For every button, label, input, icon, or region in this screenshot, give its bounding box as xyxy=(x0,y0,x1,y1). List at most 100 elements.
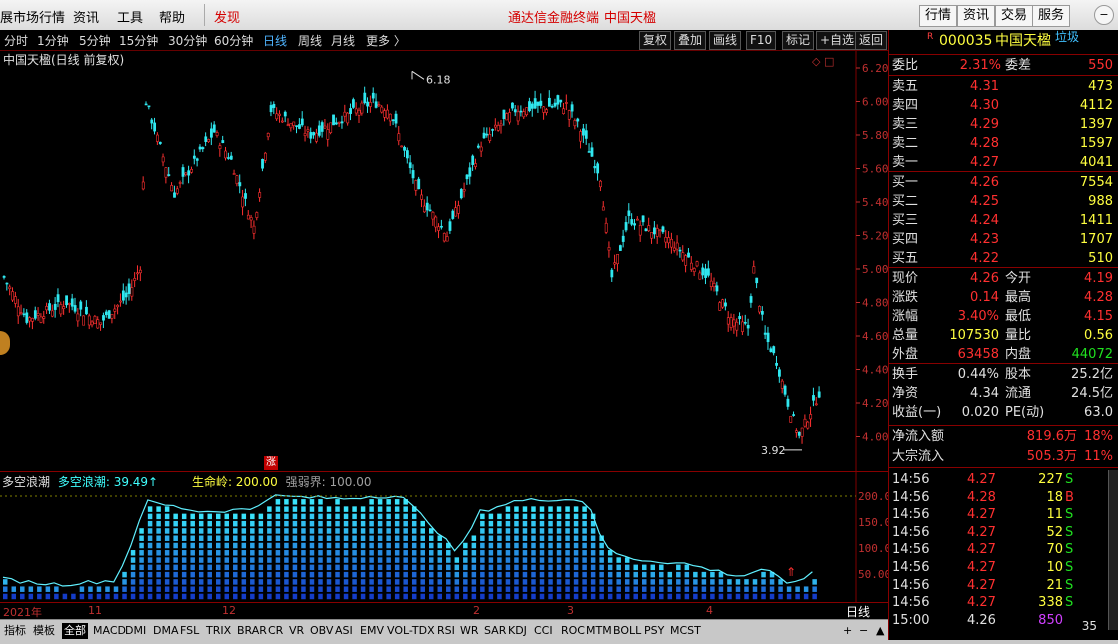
bid-row[interactable]: 买四 4.23 1707 xyxy=(889,230,1118,249)
indicator-bar-segment xyxy=(497,513,502,520)
bid-row[interactable]: 买二 4.25 988 xyxy=(889,192,1118,211)
ask-row[interactable]: 卖三 4.29 1397 xyxy=(889,115,1118,134)
indicator-bar-segment xyxy=(386,528,391,534)
period-timeshare[interactable]: 分时 xyxy=(4,32,28,49)
indicator-tab[interactable]: 模板 xyxy=(33,623,55,639)
indicator-bar-segment xyxy=(437,564,443,571)
indicator-name[interactable]: 多空浪潮 xyxy=(2,475,50,489)
menu-tools[interactable]: 工具 xyxy=(117,7,143,26)
menu-news[interactable]: 资讯 xyxy=(73,7,99,26)
period-monthly[interactable]: 月线 xyxy=(331,32,355,49)
indicator-tab[interactable]: DMA xyxy=(153,623,179,639)
bid-row[interactable]: 买一 4.26 7554 xyxy=(889,173,1118,192)
ask-row[interactable]: 卖四 4.30 4112 xyxy=(889,96,1118,115)
tick-scrollbar[interactable] xyxy=(1108,470,1118,630)
bid-row[interactable]: 买三 4.24 1411 xyxy=(889,211,1118,230)
period-daily[interactable]: 日线 xyxy=(263,32,287,49)
indicator-panel[interactable]: ⇑ 200.00 150.00 100.00 50.00 多空浪潮 多空浪潮: 39.… xyxy=(0,456,888,602)
period-5min[interactable]: 5分钟 xyxy=(79,32,111,49)
adjust-button[interactable]: 复权 xyxy=(639,31,672,50)
tab-control-button[interactable]: + xyxy=(843,623,852,639)
indicator-tab[interactable]: MACD xyxy=(93,623,126,639)
tab-control-button[interactable]: − xyxy=(859,623,868,639)
indicator-bar-segment xyxy=(556,586,562,592)
stat-value: 3.40% xyxy=(957,309,999,324)
ask-row[interactable]: 卖一 4.27 4041 xyxy=(889,153,1118,172)
indicator-tab[interactable]: VR xyxy=(289,623,304,639)
indicator-tab[interactable]: ASI xyxy=(335,623,353,639)
menu-market[interactable]: 展市场行情 xyxy=(0,7,65,26)
candle-body xyxy=(695,261,699,267)
quote-button[interactable]: 行情 xyxy=(919,5,958,27)
indicator-tab[interactable]: CCI xyxy=(534,623,553,639)
indicator-tab[interactable]: TRIX xyxy=(206,623,231,639)
chart-window-controls[interactable]: ◇ □ xyxy=(812,55,834,68)
indicator-tab[interactable]: 全部 xyxy=(62,623,88,639)
indicator-tab[interactable]: VOL-TDX xyxy=(387,623,435,639)
ask-row[interactable]: 卖五 4.31 473 xyxy=(889,77,1118,96)
indicator-tab[interactable]: BOLL xyxy=(613,623,641,639)
indicator-bar-segment xyxy=(403,586,408,592)
indicator-bar-segment xyxy=(497,557,502,563)
f10-button[interactable]: F10 xyxy=(746,31,777,50)
period-15min[interactable]: 15分钟 xyxy=(119,32,158,49)
indicator-bar-segment xyxy=(386,571,391,578)
indicator-tab[interactable]: OBV xyxy=(310,623,333,639)
menu-discover[interactable]: 发现 xyxy=(214,7,240,26)
mark-button[interactable]: 标记 xyxy=(782,31,815,50)
indicator-tab[interactable]: BRAR xyxy=(237,623,267,639)
period-1min[interactable]: 1分钟 xyxy=(37,32,69,49)
kline-chart-area[interactable]: 中国天楹(日线 前复权) ◇ □ 6.20 6.00 5.80 5.60 5.40 5.2… xyxy=(0,51,888,471)
period-more[interactable]: 更多 〉 xyxy=(366,32,406,49)
indicator-tab[interactable]: KDJ xyxy=(508,623,527,639)
ask-row[interactable]: 卖二 4.28 1597 xyxy=(889,134,1118,153)
indicator-tab[interactable]: RSI xyxy=(437,623,455,639)
indicator-bar-segment xyxy=(71,593,76,600)
indicator-bar-segment xyxy=(267,535,272,541)
indicator-bar-segment xyxy=(326,557,332,563)
indicator-bar-segment xyxy=(326,550,332,556)
candle-body xyxy=(298,124,301,129)
indicator-bar-segment xyxy=(616,571,621,578)
period-30min[interactable]: 30分钟 xyxy=(168,32,207,49)
stock-tag[interactable]: 垃圾 xyxy=(1055,26,1079,48)
bid-row[interactable]: 买五 4.22 510 xyxy=(889,249,1118,268)
indicator-tab[interactable]: FSL xyxy=(180,623,199,639)
fundamental-value: 0.020 xyxy=(961,405,999,420)
menu-help[interactable]: 帮助 xyxy=(159,7,185,26)
indicator-tick-label: 150.00 xyxy=(858,516,888,529)
indicator-tab[interactable]: DMI xyxy=(125,623,146,639)
indicator-bar-segment xyxy=(173,550,178,556)
indicator-tab[interactable]: 指标 xyxy=(4,623,26,639)
overlay-button[interactable]: 叠加 xyxy=(674,31,707,50)
indicator-tab[interactable]: WR xyxy=(460,623,479,639)
add-watchlist-button[interactable]: +自选 xyxy=(816,31,859,50)
tab-control-button[interactable]: ▲ xyxy=(876,623,884,639)
indicator-bar-segment xyxy=(309,520,315,527)
indicator-tab[interactable]: MTM xyxy=(586,623,612,639)
draw-button[interactable]: 画线 xyxy=(709,31,742,50)
indicator-tab[interactable]: PSY xyxy=(644,623,664,639)
indicator-tab[interactable]: CR xyxy=(268,623,283,639)
trade-button[interactable]: 交易 xyxy=(995,5,1034,27)
indicator-tab[interactable]: SAR xyxy=(484,623,506,639)
kline-chart[interactable]: 中国天楹(日线 前复权) ◇ □ 6.20 6.00 5.80 5.60 5.40 5.2… xyxy=(0,51,888,471)
indicator-tab[interactable]: MCST xyxy=(670,623,701,639)
period-60min[interactable]: 60分钟 xyxy=(214,32,253,49)
tick-row: 14:56 4.27 338 S xyxy=(889,594,1118,612)
back-button[interactable]: 返回 xyxy=(855,31,888,50)
candle-body xyxy=(241,196,245,208)
minimize-icon[interactable]: − xyxy=(1094,5,1114,25)
indicator-bar-segment xyxy=(377,506,383,512)
indicator-bar-segment xyxy=(463,571,468,578)
indicator-bar-segment xyxy=(352,542,357,549)
indicator-bar-segment xyxy=(250,586,255,592)
indicator-tab[interactable]: EMV xyxy=(360,623,384,639)
indicator-tab[interactable]: ROC xyxy=(561,623,585,639)
indicator-bar-segment xyxy=(198,513,204,520)
indicator-bar-segment xyxy=(386,550,391,556)
period-weekly[interactable]: 周线 xyxy=(298,32,322,49)
info-button[interactable]: 资讯 xyxy=(957,5,996,27)
indicator-chart[interactable]: ⇑ 200.00 150.00 100.00 50.00 xyxy=(0,472,888,602)
service-button[interactable]: 服务 xyxy=(1032,5,1071,27)
